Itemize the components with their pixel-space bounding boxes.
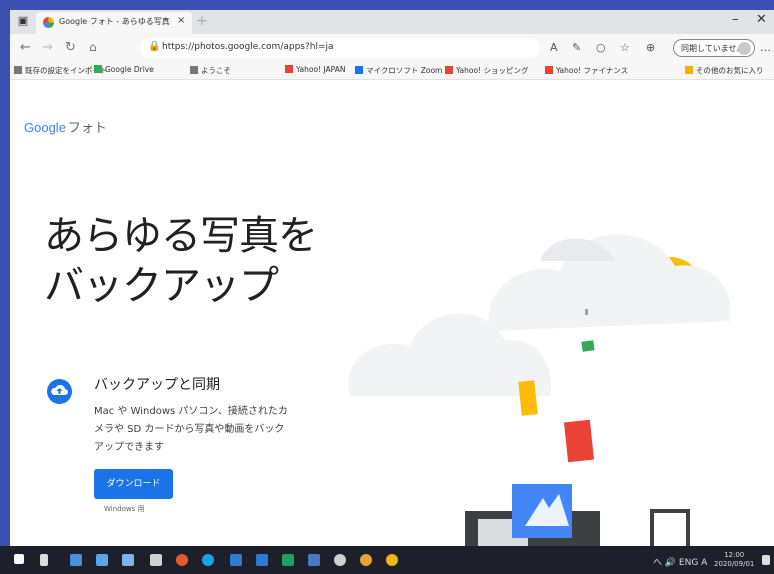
hero-heading: あらゆる写真を バックアップ [44, 211, 318, 311]
bookmark-item[interactable]: Yahoo! ファイナンス [545, 65, 628, 76]
taskbar-app-icon[interactable] [70, 554, 82, 566]
tab-close-icon[interactable]: × [177, 15, 185, 26]
more-menu-icon[interactable]: … [760, 41, 771, 54]
page-content: Google フォト あらゆる写真を バックアップ バックアップと同期 Mac や… [10, 81, 774, 546]
forward-arrow-icon[interactable]: → [42, 40, 53, 55]
taskbar-app-icon[interactable] [150, 554, 162, 566]
url-text: https://photos.google.com/apps?hl=ja [162, 42, 334, 52]
taskbar-app-icon[interactable] [334, 554, 346, 566]
chrome-browser-icon[interactable] [386, 554, 398, 566]
edge-browser-icon[interactable] [202, 554, 214, 566]
logo-suffix: フォト [67, 120, 107, 135]
bookmark-item[interactable]: Yahoo! JAPAN [285, 65, 345, 74]
close-window-button[interactable]: ✕ [756, 12, 767, 27]
download-button[interactable]: ダウンロード [94, 469, 173, 499]
hero-illustration [348, 234, 731, 546]
bookmark-item[interactable]: ようこそ [190, 65, 231, 76]
home-icon[interactable]: ⌂ [89, 40, 97, 54]
window-menu-icon[interactable]: ▣ [16, 14, 30, 28]
taskbar-app-icon[interactable] [256, 554, 268, 566]
tab-title: Google フォト - あらゆる写真をバックアップ [59, 17, 171, 26]
start-windows-icon[interactable] [14, 554, 24, 564]
bookmark-icon [94, 65, 102, 73]
bookmark-icon [190, 66, 198, 74]
taskbar-app-icon[interactable] [230, 554, 242, 566]
bookmark-icon [545, 66, 553, 74]
bookmark-icon [285, 65, 293, 73]
favorites-star-icon[interactable]: ☆ [620, 41, 630, 54]
lock-icon: 🔒 [148, 41, 161, 52]
taskbar-app-icon[interactable] [122, 554, 134, 566]
back-arrow-icon[interactable]: ← [20, 40, 31, 55]
feature-description: Mac や Windows パソコン、接続されたカメラや SD カードから写真や… [94, 406, 288, 453]
notification-icon[interactable] [762, 555, 770, 565]
minimize-button[interactable]: – [732, 12, 739, 27]
avatar-icon [738, 42, 751, 55]
profile-label: 同期していません [681, 44, 745, 53]
screen-frame: ▣ Google フォト - あらゆる写真をバックアップ × + – ✕ ← →… [0, 0, 774, 574]
collections-icon[interactable]: ○ [596, 41, 606, 54]
collections-list-icon[interactable]: ⊕ [646, 41, 655, 54]
extension-icon[interactable]: ✎ [572, 41, 581, 54]
bookmarks-bar: 既存の設定をインポート Google Drive ようこそ Yahoo! JAP… [10, 62, 774, 80]
navigation-bar: ← → ↻ ⌂ 🔒 https://photos.google.com/apps… [10, 34, 774, 62]
browser-window: ▣ Google フォト - あらゆる写真をバックアップ × + – ✕ ← →… [10, 10, 774, 546]
bookmark-folder-other[interactable]: その他のお気に入り [685, 65, 764, 76]
folder-icon [685, 66, 693, 74]
cloud-upload-icon [47, 379, 72, 404]
taskbar-app-icon[interactable] [360, 554, 372, 566]
new-tab-button[interactable]: + [196, 13, 208, 29]
bookmark-icon [14, 66, 22, 74]
bookmark-icon [355, 66, 363, 74]
task-view-icon[interactable] [40, 554, 48, 566]
read-aloud-icon[interactable]: A [550, 41, 558, 54]
system-tray[interactable]: へ 🔊 ENG A [653, 555, 707, 568]
google-photos-logo[interactable]: Google フォト [24, 117, 107, 136]
download-subtext: Windows 用 [104, 505, 145, 513]
profile-button[interactable]: 同期していません [673, 39, 755, 57]
feature-title: バックアップと同期 [94, 377, 220, 393]
bookmark-item[interactable]: Google Drive [94, 65, 154, 74]
google-photos-favicon-icon [43, 17, 54, 28]
hero-line-2: バックアップ [44, 263, 279, 309]
clock-time: 12:00 [724, 551, 745, 559]
taskbar-app-icon[interactable] [176, 554, 188, 566]
taskbar: へ 🔊 ENG A 12:00 2020/09/01 [0, 546, 774, 574]
address-bar[interactable]: 🔒 https://photos.google.com/apps?hl=ja [140, 38, 540, 58]
taskbar-app-icon[interactable] [282, 554, 294, 566]
reload-icon[interactable]: ↻ [65, 40, 76, 55]
taskbar-app-icon[interactable] [96, 554, 108, 566]
bookmark-item[interactable]: マイクロソフト Zoom [355, 65, 442, 76]
taskbar-app-icon[interactable] [308, 554, 320, 566]
clock-date: 2020/09/01 [714, 560, 755, 568]
bookmark-item[interactable]: Yahoo! ショッピング [445, 65, 528, 76]
clock[interactable]: 12:00 2020/09/01 [714, 551, 754, 569]
logo-wordmark: Google [24, 120, 66, 135]
tab-google-photos[interactable]: Google フォト - あらゆる写真をバックアップ × [36, 12, 192, 34]
tab-strip: ▣ Google フォト - あらゆる写真をバックアップ × + – ✕ [10, 10, 774, 34]
hero-line-1: あらゆる写真を [44, 213, 318, 259]
bookmark-icon [445, 66, 453, 74]
